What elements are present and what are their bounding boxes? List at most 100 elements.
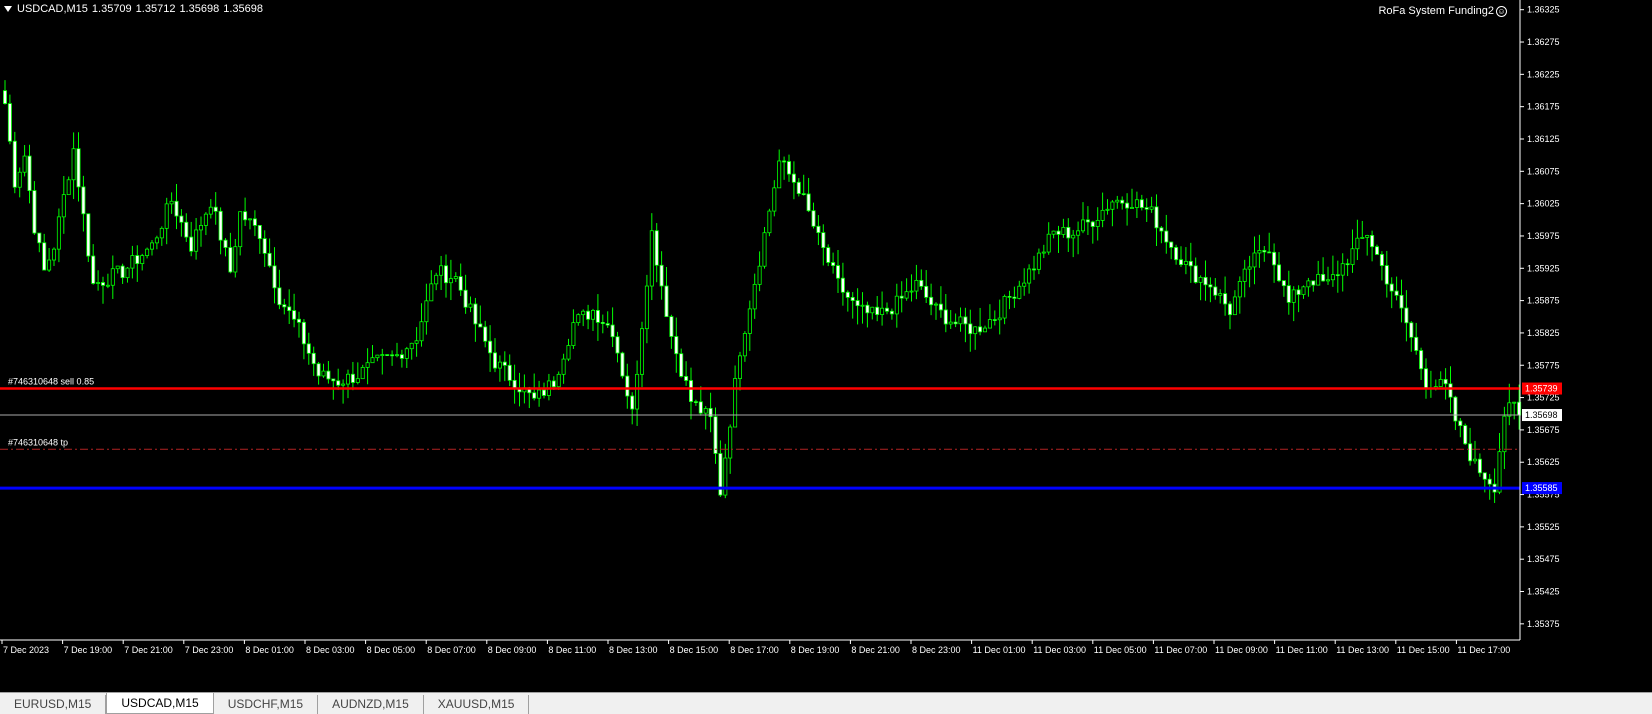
candle bbox=[1355, 219, 1360, 261]
candle bbox=[1326, 266, 1331, 285]
candle bbox=[375, 354, 380, 362]
candle bbox=[301, 319, 306, 360]
time-tick-label: 8 Dec 01:00 bbox=[245, 645, 294, 655]
tab-usdcad[interactable]: USDCAD,M15 bbox=[106, 693, 214, 714]
candle bbox=[1335, 260, 1340, 293]
time-tick-label: 8 Dec 05:00 bbox=[367, 645, 416, 655]
chart-tabs: EURUSD,M15 USDCAD,M15 USDCHF,M15 AUDNZD,… bbox=[0, 692, 1652, 714]
candle bbox=[1262, 245, 1267, 262]
candle bbox=[404, 346, 409, 368]
candle bbox=[708, 392, 713, 433]
candle bbox=[1301, 285, 1306, 299]
candle bbox=[350, 361, 355, 391]
support-price-label: 1.35585 bbox=[1525, 483, 1558, 493]
candle bbox=[1012, 286, 1017, 308]
candle bbox=[385, 354, 390, 356]
candle bbox=[468, 296, 473, 313]
candle bbox=[140, 253, 145, 271]
candle bbox=[473, 297, 478, 342]
candle bbox=[247, 218, 252, 230]
low-price: 1.35698 bbox=[179, 3, 220, 15]
candle bbox=[595, 294, 600, 341]
candle bbox=[169, 192, 174, 214]
tab-audnzd[interactable]: AUDNZD,M15 bbox=[318, 695, 424, 714]
candle bbox=[1144, 198, 1149, 222]
price-chart[interactable]: #746310648 sell 0.85 #746310648 tp 1.3632… bbox=[0, 0, 1652, 692]
candle bbox=[836, 250, 841, 294]
candle bbox=[1017, 280, 1022, 300]
candle bbox=[1027, 264, 1032, 294]
candle bbox=[453, 272, 458, 283]
candle bbox=[914, 264, 919, 300]
candle bbox=[1071, 229, 1076, 258]
chart-title-bar: USDCAD,M15 1.35709 1.35712 1.35698 1.35698 bbox=[4, 3, 267, 15]
candle bbox=[1291, 286, 1296, 322]
candle bbox=[689, 367, 694, 420]
candle bbox=[12, 131, 17, 194]
price-tick-label: 1.35375 bbox=[1527, 619, 1560, 629]
candle bbox=[625, 363, 630, 409]
time-tick-label: 11 Dec 05:00 bbox=[1094, 645, 1147, 655]
candle bbox=[1120, 196, 1125, 210]
current-price-label: 1.35698 bbox=[1525, 410, 1558, 420]
candle bbox=[1007, 290, 1012, 310]
candle bbox=[591, 308, 596, 331]
candle bbox=[1134, 191, 1139, 219]
candle bbox=[997, 299, 1002, 335]
candle bbox=[419, 303, 424, 347]
candle bbox=[1389, 277, 1394, 309]
candle bbox=[1330, 255, 1335, 287]
candle bbox=[576, 313, 581, 326]
candle bbox=[1281, 280, 1286, 297]
candle bbox=[620, 351, 625, 379]
candle bbox=[1076, 221, 1081, 255]
candle bbox=[1252, 236, 1257, 285]
candle bbox=[228, 232, 233, 274]
tab-eurusd[interactable]: EURUSD,M15 bbox=[0, 695, 107, 714]
collapse-triangle-icon[interactable] bbox=[4, 6, 12, 13]
expert-advisor-label[interactable]: RoFa System Funding2 ☺ bbox=[1378, 5, 1507, 17]
candle bbox=[257, 225, 262, 254]
candle bbox=[1110, 200, 1115, 227]
tab-xauusd[interactable]: XAUUSD,M15 bbox=[424, 695, 530, 714]
price-tick-label: 1.35825 bbox=[1527, 328, 1560, 338]
candle bbox=[91, 244, 96, 285]
candle bbox=[1095, 207, 1100, 241]
candle bbox=[978, 307, 983, 336]
candle bbox=[218, 207, 223, 255]
candle bbox=[66, 176, 71, 196]
candle bbox=[713, 407, 718, 464]
symbol-label: USDCAD,M15 bbox=[17, 3, 88, 15]
time-tick-label: 11 Dec 11:00 bbox=[1276, 645, 1328, 655]
candle bbox=[546, 373, 551, 401]
candle bbox=[875, 295, 880, 322]
candle bbox=[693, 399, 698, 406]
candle bbox=[894, 283, 899, 328]
candle bbox=[1360, 220, 1365, 239]
time-tick-label: 8 Dec 11:00 bbox=[548, 645, 596, 655]
candle bbox=[1198, 275, 1203, 301]
candle bbox=[742, 331, 747, 362]
candle bbox=[850, 292, 855, 319]
candle bbox=[1115, 195, 1120, 209]
candle bbox=[1365, 234, 1370, 256]
candle bbox=[360, 364, 365, 380]
candle bbox=[811, 202, 816, 229]
candle bbox=[1130, 188, 1135, 209]
high-price: 1.35712 bbox=[135, 3, 176, 15]
candle bbox=[287, 289, 292, 325]
candle bbox=[238, 211, 243, 256]
candle bbox=[1409, 321, 1414, 352]
candle bbox=[1502, 406, 1507, 470]
candle bbox=[537, 380, 542, 407]
candle bbox=[1032, 255, 1037, 280]
candle bbox=[365, 348, 370, 385]
candle bbox=[992, 310, 997, 326]
candle bbox=[684, 361, 689, 386]
candle bbox=[1081, 202, 1086, 234]
candle bbox=[1203, 260, 1208, 301]
candle bbox=[488, 325, 493, 372]
tab-usdchf[interactable]: USDCHF,M15 bbox=[214, 695, 319, 714]
chart-area[interactable]: #746310648 sell 0.85 #746310648 tp 1.3632… bbox=[0, 0, 1652, 692]
candle bbox=[1272, 243, 1277, 283]
